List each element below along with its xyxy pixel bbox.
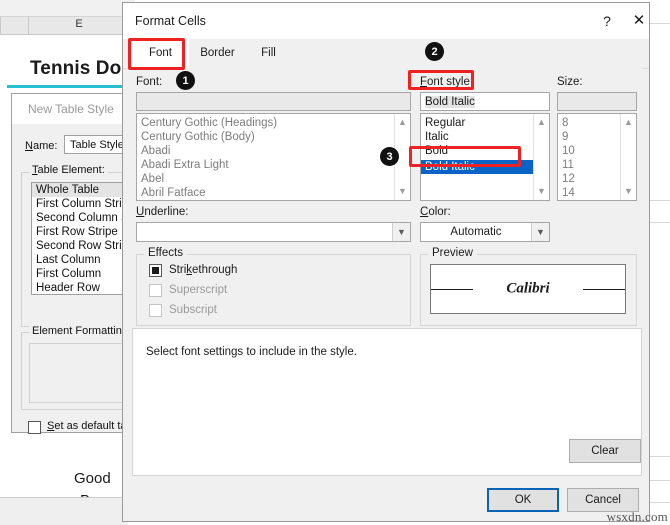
watermark: wsxdn.com bbox=[606, 509, 668, 524]
font-style-list-scrollbar[interactable]: ▲ ▼ bbox=[533, 114, 549, 200]
table-element-label: Table Element: bbox=[29, 164, 108, 176]
size-listbox[interactable]: 8 9 10 11 12 14 ▲ ▼ bbox=[557, 113, 637, 201]
tab-border[interactable]: Border bbox=[189, 39, 246, 68]
column-header-e[interactable]: E bbox=[64, 18, 94, 30]
underline-value bbox=[137, 223, 392, 241]
checkbox-filled-square bbox=[152, 267, 159, 274]
strikethrough-checkbox[interactable] bbox=[149, 264, 162, 277]
title-accent-bar bbox=[7, 85, 135, 88]
chevron-down-icon[interactable]: ▼ bbox=[531, 223, 549, 241]
close-icon[interactable]: ✕ bbox=[628, 11, 650, 31]
list-item[interactable]: Italic bbox=[421, 130, 549, 144]
ok-button-label: OK bbox=[514, 494, 532, 506]
chevron-down-icon[interactable]: ▼ bbox=[392, 223, 410, 241]
size-label: Size: bbox=[557, 76, 583, 88]
color-label: Color: bbox=[420, 206, 451, 218]
excel-status-bar bbox=[0, 497, 128, 525]
preview-sample-text: Calibri bbox=[506, 280, 550, 297]
dialog-hint-text: Select font settings to include in the s… bbox=[146, 346, 357, 358]
font-style-listbox[interactable]: Regular Italic Bold Bold Italic ▲ ▼ bbox=[420, 113, 550, 201]
underline-combobox[interactable]: ▼ bbox=[136, 222, 411, 242]
font-listbox[interactable]: Century Gothic (Headings) Century Gothic… bbox=[136, 113, 411, 201]
set-default-checkbox[interactable] bbox=[28, 421, 41, 434]
list-item[interactable]: Century Gothic (Body) bbox=[137, 130, 410, 144]
ok-button[interactable]: OK bbox=[487, 488, 559, 512]
cancel-button-label: Cancel bbox=[585, 494, 621, 506]
list-item[interactable]: Bold bbox=[421, 144, 549, 158]
table-style-name-value: Table Style bbox=[70, 139, 124, 151]
list-item-bold-italic[interactable]: Bold Italic bbox=[421, 160, 549, 174]
excel-toolbar-strip bbox=[0, 0, 135, 16]
effects-group-label: Effects bbox=[144, 247, 187, 259]
size-list-scrollbar[interactable]: ▲ ▼ bbox=[620, 114, 636, 200]
color-combobox[interactable]: Automatic ▼ bbox=[420, 222, 550, 242]
font-style-input[interactable]: Bold Italic bbox=[420, 92, 550, 111]
preview-group-label: Preview bbox=[428, 247, 477, 259]
list-item[interactable]: Century Gothic (Headings) bbox=[137, 116, 410, 130]
clear-button[interactable]: Clear bbox=[569, 439, 641, 463]
cell-good: Good bbox=[74, 470, 111, 487]
list-item[interactable]: Abril Fatface bbox=[137, 186, 410, 200]
scroll-down-icon[interactable]: ▼ bbox=[395, 184, 410, 199]
scroll-up-icon[interactable]: ▲ bbox=[621, 115, 636, 130]
tab-font[interactable]: Font bbox=[132, 39, 189, 68]
font-style-input-value: Bold Italic bbox=[425, 96, 475, 108]
scroll-up-icon[interactable]: ▲ bbox=[534, 115, 549, 130]
annotation-badge-2: 2 bbox=[425, 42, 444, 61]
underline-label: Underline: bbox=[136, 206, 189, 218]
clear-button-label: Clear bbox=[591, 445, 619, 457]
screen: E Tennis Do New Table Style Name: Table … bbox=[0, 0, 670, 525]
list-item[interactable]: Abadi Extra Light bbox=[137, 158, 410, 172]
element-formatting-label: Element Formatting bbox=[29, 325, 131, 337]
scroll-down-icon[interactable]: ▼ bbox=[534, 184, 549, 199]
format-cells-dialog: Format Cells ? ✕ Font Border Fill Font: … bbox=[122, 2, 650, 522]
dialog-message-panel: Select font settings to include in the s… bbox=[132, 328, 642, 476]
preview-box: Calibri bbox=[430, 264, 626, 314]
excel-column-headers: E bbox=[0, 16, 135, 35]
list-item[interactable]: Abel bbox=[137, 172, 410, 186]
annotation-badge-1: 1 bbox=[176, 71, 195, 90]
subscript-checkbox[interactable] bbox=[149, 304, 162, 317]
strikethrough-label: Strikethrough bbox=[169, 264, 238, 276]
tab-strip: Font Border Fill bbox=[123, 39, 649, 69]
scroll-down-icon[interactable]: ▼ bbox=[621, 184, 636, 199]
scroll-up-icon[interactable]: ▲ bbox=[395, 115, 410, 130]
superscript-checkbox[interactable] bbox=[149, 284, 162, 297]
set-default-label: Set as default tab bbox=[47, 420, 133, 432]
table-style-name-label: Name: bbox=[25, 140, 58, 152]
sheet-right-sliver bbox=[650, 0, 670, 525]
annotation-badge-3: 3 bbox=[380, 147, 399, 166]
font-input[interactable] bbox=[136, 92, 411, 111]
help-icon[interactable]: ? bbox=[596, 11, 618, 31]
superscript-label: Superscript bbox=[169, 284, 228, 296]
color-value: Automatic bbox=[450, 226, 502, 238]
tab-fill[interactable]: Fill bbox=[246, 39, 291, 68]
size-input[interactable] bbox=[557, 92, 637, 111]
subscript-label: Subscript bbox=[169, 304, 217, 316]
font-label: Font: bbox=[136, 76, 163, 88]
sheet-title: Tennis Do bbox=[30, 58, 122, 79]
font-style-label: Font style: bbox=[420, 76, 474, 88]
new-table-style-title: New Table Style bbox=[28, 102, 114, 116]
dialog-title: Format Cells bbox=[135, 14, 206, 28]
font-tab-panel: Font: Century Gothic (Headings) Century … bbox=[132, 68, 642, 328]
list-item[interactable]: Regular bbox=[421, 116, 549, 130]
list-item[interactable]: Abadi bbox=[137, 144, 410, 158]
